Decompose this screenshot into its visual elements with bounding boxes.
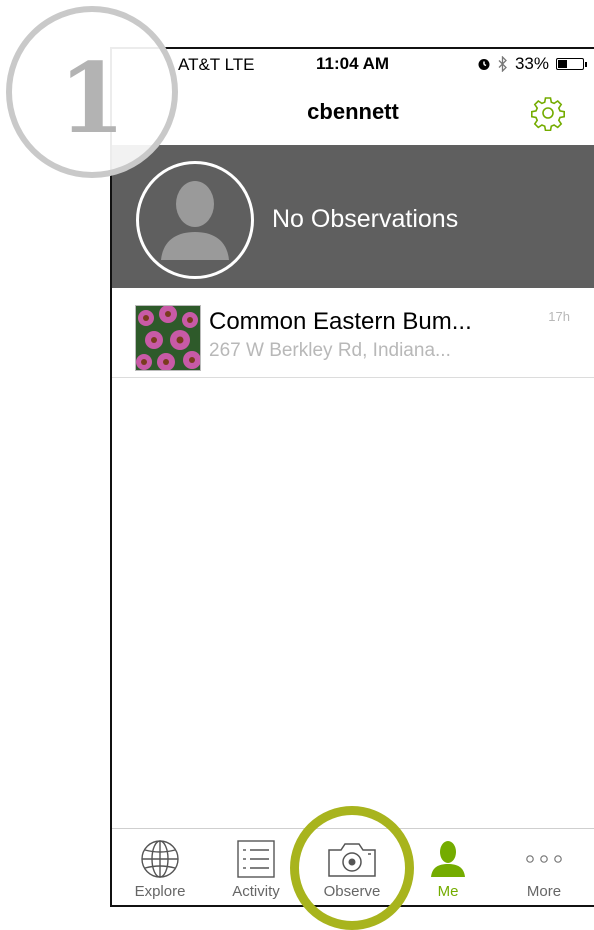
tab-explore-label: Explore — [134, 883, 186, 900]
gear-icon[interactable] — [530, 95, 566, 131]
tab-me[interactable]: Me — [400, 829, 496, 905]
step-number-badge: 1 — [6, 6, 178, 178]
person-icon — [431, 841, 465, 877]
avatar[interactable] — [136, 161, 254, 279]
battery-percent: 33% — [514, 54, 549, 73]
tab-me-label: Me — [437, 883, 459, 900]
phone-screen: AT&T LTE 11:04 AM 33% cbennett No Observ… — [110, 47, 594, 907]
status-right: 33% — [477, 54, 587, 74]
clock: 11:04 AM — [316, 54, 390, 73]
tab-activity-label: Activity — [232, 883, 280, 900]
observation-row[interactable]: Common Eastern Bum... 267 W Berkley Rd, … — [112, 298, 594, 378]
tab-explore[interactable]: Explore — [112, 829, 208, 905]
profile-header: No Observations — [112, 145, 594, 288]
tab-activity[interactable]: Activity — [208, 829, 304, 905]
nav-bar: cbennett — [112, 87, 594, 143]
alarm-icon — [478, 59, 490, 70]
bluetooth-icon — [498, 56, 507, 72]
observation-thumbnail — [135, 305, 201, 371]
carrier-label: AT&T LTE — [178, 55, 255, 74]
status-bar: AT&T LTE 11:04 AM 33% — [112, 49, 594, 79]
globe-icon — [141, 840, 179, 878]
step-number: 1 — [58, 42, 126, 155]
tab-observe-label: Observe — [323, 883, 381, 900]
tab-bar: Explore Activity Observe Me More — [112, 828, 594, 905]
observation-count-label: No Observations — [272, 205, 459, 233]
list-icon — [237, 840, 275, 878]
tab-more[interactable]: More — [496, 829, 592, 905]
battery-icon — [556, 58, 587, 70]
tab-more-label: More — [526, 883, 562, 900]
observation-age: 17h — [548, 309, 570, 324]
person-silhouette-icon — [161, 181, 229, 260]
battery-fill — [558, 60, 567, 68]
observation-location: 267 W Berkley Rd, Indiana... — [209, 340, 451, 361]
ellipsis-icon — [526, 855, 562, 863]
camera-icon — [328, 843, 376, 877]
page-title: cbennett — [307, 99, 399, 124]
observation-title: Common Eastern Bum... — [209, 308, 472, 335]
tab-observe[interactable]: Observe — [304, 829, 400, 905]
